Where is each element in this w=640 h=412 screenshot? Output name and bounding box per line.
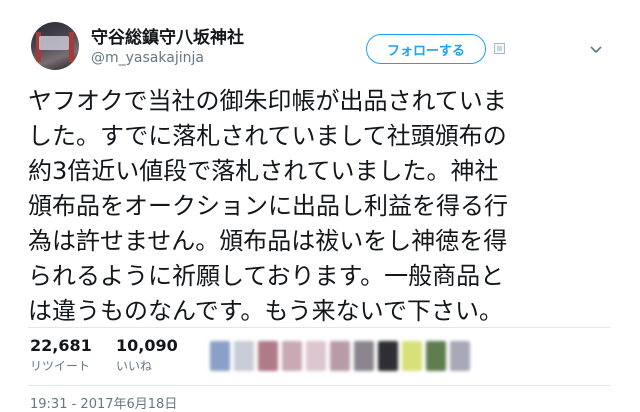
divider [28, 385, 610, 386]
display-name[interactable]: 守谷総鎮守八坂神社 [91, 23, 244, 48]
liker-avatar[interactable] [258, 341, 278, 371]
tweet-timestamp[interactable]: 19:31 - 2017年6月18日 [30, 393, 177, 412]
liker-avatar[interactable] [210, 341, 230, 371]
divider [28, 327, 610, 328]
like-count: 10,090 [116, 336, 178, 355]
liker-avatar[interactable] [282, 341, 302, 371]
avatar[interactable] [31, 22, 79, 70]
liker-avatar[interactable] [450, 341, 470, 371]
avatar-sign [39, 36, 69, 50]
liker-avatar[interactable] [402, 341, 422, 371]
liker-avatars [210, 341, 470, 373]
like-label: いいね [116, 359, 153, 373]
retweet-count: 22,681 [30, 336, 92, 355]
liker-avatar[interactable] [306, 341, 326, 371]
follow-button[interactable]: フォローする [366, 34, 486, 64]
liker-avatar[interactable] [234, 341, 254, 371]
user-handle[interactable]: @m_yasakajinja [91, 50, 204, 66]
notification-icon[interactable] [494, 43, 505, 54]
avatar-torii-right [69, 32, 74, 62]
retweet-stat[interactable]: 22,681 リツイート [30, 336, 92, 374]
chevron-down-icon[interactable] [590, 46, 602, 54]
liker-avatar[interactable] [378, 341, 398, 371]
retweet-label: リツイート [30, 359, 91, 373]
liker-avatar[interactable] [426, 341, 446, 371]
liker-avatar[interactable] [354, 341, 374, 371]
liker-avatar[interactable] [330, 341, 350, 371]
tweet-text: ヤフオクで当社の御朱印帳が出品されていま した。すでに落札されていまして社頭頒布… [28, 87, 508, 325]
like-stat[interactable]: 10,090 いいね [116, 336, 178, 374]
